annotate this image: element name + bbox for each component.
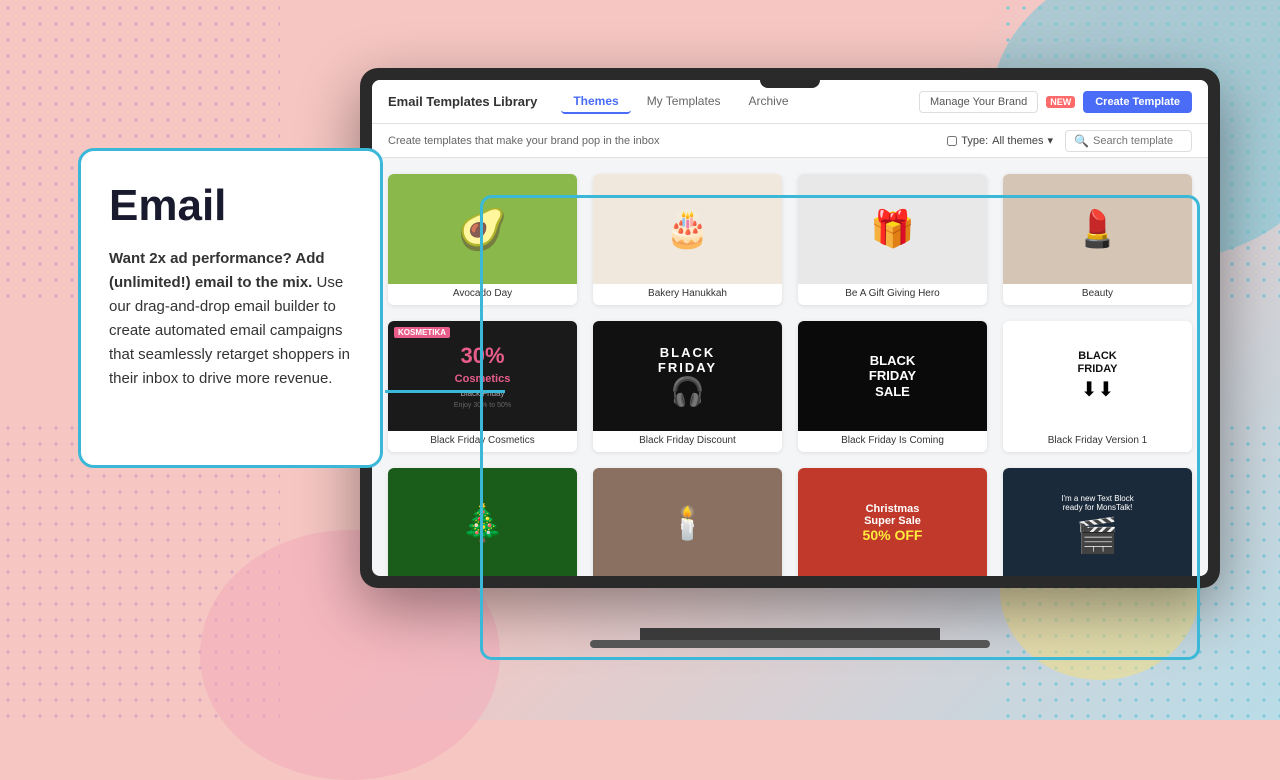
template-card-bakery[interactable]: Bakery Hanukkah bbox=[593, 174, 782, 305]
template-grid-wrapper: Avocado Day Bakery Hanukkah Be A Gift Gi… bbox=[372, 158, 1208, 576]
template-thumb-gift bbox=[798, 174, 987, 284]
template-card-bf-cosmetics[interactable]: KOSMETIKA 30% Cosmetics Black Friday Enj… bbox=[388, 321, 577, 452]
laptop-screen-outer: Email Templates Library Themes My Templa… bbox=[360, 68, 1220, 588]
nav-tabs: Themes My Templates Archive bbox=[561, 90, 800, 114]
template-card-bf-v1[interactable]: BLACKFRIDAY ⬇⬇ Black Friday Version 1 bbox=[1003, 321, 1192, 452]
bf-cosmetics-range: Enjoy 30% to 50% bbox=[454, 402, 511, 409]
template-thumb-bf-coming: BLACKFRIDAYSALE bbox=[798, 321, 987, 431]
card-body: Want 2x ad performance? Add (unlimited!)… bbox=[109, 247, 352, 391]
laptop-frame: Email Templates Library Themes My Templa… bbox=[360, 68, 1220, 648]
filter-area: Type: All themes ▾ 🔍 bbox=[947, 130, 1192, 152]
app-ui: Email Templates Library Themes My Templa… bbox=[372, 80, 1208, 576]
template-label-avocado: Avocado Day bbox=[388, 284, 577, 305]
headphones-icon: 🎧 bbox=[670, 376, 705, 407]
arrow-icon: ⬇⬇ bbox=[1081, 377, 1115, 402]
card-heading: Email bbox=[109, 181, 352, 231]
template-label-bakery: Bakery Hanukkah bbox=[593, 284, 782, 305]
info-card: Email Want 2x ad performance? Add (unlim… bbox=[78, 148, 383, 468]
template-card-avocado[interactable]: Avocado Day bbox=[388, 174, 577, 305]
template-thumb-xmas-gift bbox=[593, 468, 782, 576]
search-box: 🔍 bbox=[1065, 130, 1192, 152]
card-body-bold: Want 2x ad performance? Add (unlimited!)… bbox=[109, 250, 325, 291]
template-label-bf-cosmetics: Black Friday Cosmetics bbox=[388, 431, 577, 452]
tab-archive[interactable]: Archive bbox=[737, 90, 801, 114]
template-card-xmas-gift[interactable]: Christmas Gift Guide bbox=[593, 468, 782, 576]
template-thumb-xmas-cupcake bbox=[388, 468, 577, 576]
template-grid: Avocado Day Bakery Hanukkah Be A Gift Gi… bbox=[388, 174, 1192, 576]
tab-themes[interactable]: Themes bbox=[561, 90, 630, 114]
xmas-sale-discount: 50% OFF bbox=[863, 527, 923, 543]
new-badge: NEW bbox=[1046, 96, 1075, 108]
template-thumb-bf-discount: BLACKFRIDAY 🎧 bbox=[593, 321, 782, 431]
bf-cosmetics-title: Cosmetics bbox=[455, 373, 511, 385]
type-filter[interactable]: Type: All themes ▾ bbox=[947, 134, 1053, 147]
search-input[interactable] bbox=[1093, 135, 1183, 147]
tab-my-templates[interactable]: My Templates bbox=[635, 90, 733, 114]
template-card-bf-coming[interactable]: BLACKFRIDAYSALE Black Friday Is Coming bbox=[798, 321, 987, 452]
bf-discount-text: BLACKFRIDAY bbox=[658, 345, 717, 375]
laptop-notch bbox=[760, 74, 820, 88]
bf-v1-inner: BLACKFRIDAY ⬇⬇ bbox=[1078, 350, 1118, 401]
template-card-beauty[interactable]: Beauty bbox=[1003, 174, 1192, 305]
cosmetics-brand-tag: KOSMETIKA bbox=[394, 327, 450, 338]
template-thumb-bf-v1: BLACKFRIDAY ⬇⬇ bbox=[1003, 321, 1192, 431]
template-thumb-avocado bbox=[388, 174, 577, 284]
xmas-sale-title: ChristmasSuper Sale bbox=[863, 503, 923, 527]
cinema-text: I'm a new Text Blockready for MonsTalk! bbox=[1057, 490, 1138, 516]
chevron-down-icon: ▾ bbox=[1048, 134, 1054, 147]
bf-coming-text: BLACKFRIDAYSALE bbox=[869, 353, 916, 400]
connector-line bbox=[385, 390, 505, 393]
template-thumb-cinema: I'm a new Text Blockready for MonsTalk! bbox=[1003, 468, 1192, 576]
template-label-gift: Be A Gift Giving Hero bbox=[798, 284, 987, 305]
app-title: Email Templates Library bbox=[388, 94, 537, 109]
template-label-bf-discount: Black Friday Discount bbox=[593, 431, 782, 452]
bf-discount-inner: BLACKFRIDAY 🎧 bbox=[658, 345, 717, 408]
xmas-sale-inner: ChristmasSuper Sale 50% OFF bbox=[863, 503, 923, 543]
type-value: All themes bbox=[992, 135, 1043, 147]
manage-brand-button[interactable]: Manage Your Brand bbox=[919, 91, 1038, 113]
template-label-bf-v1: Black Friday Version 1 bbox=[1003, 431, 1192, 452]
bf-v1-text: BLACKFRIDAY bbox=[1078, 350, 1118, 374]
create-template-button[interactable]: Create Template bbox=[1083, 91, 1192, 113]
template-card-xmas-cupcake[interactable]: Christmas Cupcakes bbox=[388, 468, 577, 576]
template-card-xmas-sale[interactable]: ChristmasSuper Sale 50% OFF Christmas Su… bbox=[798, 468, 987, 576]
template-card-bf-discount[interactable]: BLACKFRIDAY 🎧 Black Friday Discount bbox=[593, 321, 782, 452]
template-label-beauty: Beauty bbox=[1003, 284, 1192, 305]
search-icon: 🔍 bbox=[1074, 134, 1089, 148]
sub-bar: Create templates that make your brand po… bbox=[372, 124, 1208, 158]
top-bar-right: Manage Your Brand NEW Create Template bbox=[919, 91, 1192, 113]
laptop-foot bbox=[590, 640, 990, 648]
template-thumb-bf-cosmetics: KOSMETIKA 30% Cosmetics Black Friday Enj… bbox=[388, 321, 577, 431]
bf-discount-pct: 30% bbox=[460, 343, 504, 369]
template-card-cinema[interactable]: I'm a new Text Blockready for MonsTalk! … bbox=[1003, 468, 1192, 576]
template-thumb-bakery bbox=[593, 174, 782, 284]
laptop-screen: Email Templates Library Themes My Templa… bbox=[372, 80, 1208, 576]
type-checkbox[interactable] bbox=[947, 136, 957, 146]
template-card-gift[interactable]: Be A Gift Giving Hero bbox=[798, 174, 987, 305]
template-thumb-xmas-sale: ChristmasSuper Sale 50% OFF bbox=[798, 468, 987, 576]
subtitle-text: Create templates that make your brand po… bbox=[388, 135, 660, 147]
template-label-bf-coming: Black Friday Is Coming bbox=[798, 431, 987, 452]
type-label: Type: bbox=[961, 135, 988, 147]
template-thumb-beauty bbox=[1003, 174, 1192, 284]
